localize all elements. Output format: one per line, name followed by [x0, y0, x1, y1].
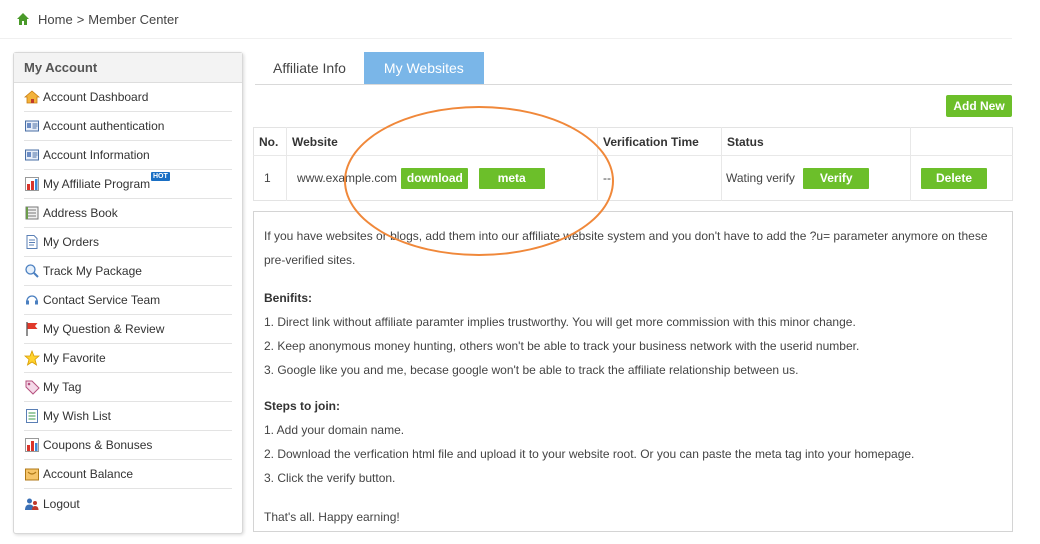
website-cell: www.example.com download meta — [286, 155, 598, 201]
step-item: 3. Click the verify button. — [264, 471, 396, 485]
sidebar-item-label: My Affiliate Program — [43, 177, 151, 191]
chart-icon — [25, 177, 39, 191]
benefits-heading: Benifits: — [264, 291, 312, 305]
sidebar-item-label: My Orders — [43, 235, 100, 249]
users-icon — [25, 498, 39, 510]
sidebar-item-label: Address Book — [43, 206, 118, 220]
wallet-icon — [25, 468, 39, 481]
breadcrumb-divider — [0, 38, 1012, 39]
status-cell: Wating verify Verify — [721, 155, 911, 201]
add-new-button[interactable]: Add New — [946, 95, 1012, 117]
sidebar-item-my-orders[interactable]: My Orders — [24, 228, 232, 257]
column-header-verification-time: Verification Time — [597, 127, 722, 156]
step-item: 2. Download the verfication html file an… — [264, 447, 915, 461]
benefit-item: 2. Keep anonymous money hunting, others … — [264, 339, 860, 353]
id-card-icon — [25, 120, 39, 132]
breadcrumb-home-link[interactable]: Home — [38, 12, 73, 27]
download-button[interactable]: download — [401, 167, 469, 189]
website-url: www.example.com — [297, 170, 398, 185]
sidebar-item-contact-service-team[interactable]: Contact Service Team — [24, 286, 232, 315]
benefit-item: 3. Google like you and me, becase google… — [264, 363, 799, 377]
column-header-status: Status — [721, 127, 911, 156]
sidebar-item-label: Account authentication — [43, 119, 165, 133]
sidebar-item-label: My Favorite — [43, 351, 106, 365]
breadcrumb: Home > Member Center — [16, 10, 179, 28]
address-book-icon — [25, 206, 39, 220]
sidebar-item-account-information[interactable]: Account Information — [24, 141, 232, 170]
column-header-actions — [910, 127, 1013, 156]
delete-button[interactable]: Delete — [921, 167, 987, 189]
info-panel: If you have websites or blogs, add them … — [253, 211, 1013, 532]
breadcrumb-current: Member Center — [88, 11, 179, 27]
verification-time: -- — [597, 155, 722, 201]
verify-button[interactable]: Verify — [803, 167, 870, 189]
closing-text: That's all. Happy earning! — [264, 510, 400, 524]
column-header-no: No. — [253, 127, 287, 156]
hot-badge: HOT — [151, 172, 170, 181]
table-header-row: No. Website Verification Time Status — [253, 127, 1013, 156]
sidebar-item-label: My Wish List — [43, 409, 112, 423]
account-sidebar: My Account Account Dashboard Account aut… — [13, 52, 243, 534]
search-package-icon — [25, 264, 39, 278]
websites-table: No. Website Verification Time Status 1 w… — [253, 127, 1013, 201]
sidebar-item-label: Track My Package — [43, 264, 142, 278]
document-icon — [26, 235, 38, 249]
sidebar-item-account-dashboard[interactable]: Account Dashboard — [24, 83, 232, 112]
home-icon[interactable] — [16, 12, 30, 26]
sidebar-item-label: Account Dashboard — [43, 90, 149, 104]
sidebar-item-label: Account Information — [43, 148, 150, 162]
sidebar-item-coupons-bonuses[interactable]: Coupons & Bonuses — [24, 431, 232, 460]
sidebar-item-my-favorite[interactable]: My Favorite — [24, 344, 232, 373]
tab-my-websites[interactable]: My Websites — [363, 52, 484, 84]
coupon-icon — [25, 438, 39, 452]
house-icon — [24, 90, 40, 104]
sidebar-item-my-wish-list[interactable]: My Wish List — [24, 402, 232, 431]
tag-icon — [25, 380, 40, 395]
id-card-icon — [25, 149, 39, 161]
meta-button[interactable]: meta — [478, 167, 545, 189]
sidebar-item-label: My Tag — [43, 380, 82, 394]
sidebar-item-track-my-package[interactable]: Track My Package — [24, 257, 232, 286]
sidebar-item-my-tag[interactable]: My Tag — [24, 373, 232, 402]
row-number: 1 — [253, 155, 287, 201]
sidebar-item-address-book[interactable]: Address Book — [24, 199, 232, 228]
column-header-website: Website — [286, 127, 598, 156]
sidebar-item-account-balance[interactable]: Account Balance — [24, 460, 232, 489]
sidebar-menu: Account Dashboard Account authentication… — [24, 83, 232, 518]
sidebar-item-label: Contact Service Team — [43, 293, 161, 307]
sidebar-item-label: My Question & Review — [43, 322, 165, 336]
sidebar-item-label: Logout — [43, 496, 80, 511]
steps-heading: Steps to join: — [264, 399, 340, 413]
tab-bar: Affiliate Info My Websites — [255, 52, 1012, 85]
sidebar-item-my-question-review[interactable]: My Question & Review — [24, 315, 232, 344]
sidebar-item-label: Coupons & Bonuses — [43, 438, 153, 452]
list-icon — [26, 409, 38, 423]
breadcrumb-separator: > — [76, 11, 85, 27]
sidebar-title: My Account — [14, 53, 242, 83]
step-item: 1. Add your domain name. — [264, 423, 405, 437]
sidebar-item-logout[interactable]: Logout — [24, 489, 232, 518]
tab-affiliate-info[interactable]: Affiliate Info — [255, 52, 364, 84]
headset-icon — [26, 295, 38, 305]
sidebar-item-account-authentication[interactable]: Account authentication — [24, 112, 232, 141]
intro-text: If you have websites or blogs, add them … — [264, 229, 988, 267]
sidebar-item-my-affiliate-program[interactable]: My Affiliate Program HOT — [24, 170, 232, 199]
star-icon — [24, 350, 40, 366]
status-text: Wating verify — [726, 170, 795, 185]
flag-icon — [26, 322, 38, 336]
table-row: 1 www.example.com download meta -- Watin… — [253, 155, 1013, 201]
sidebar-item-label: Account Balance — [43, 467, 134, 481]
actions-cell: Delete — [911, 156, 1013, 201]
benefit-item: 1. Direct link without affiliate paramte… — [264, 315, 856, 329]
